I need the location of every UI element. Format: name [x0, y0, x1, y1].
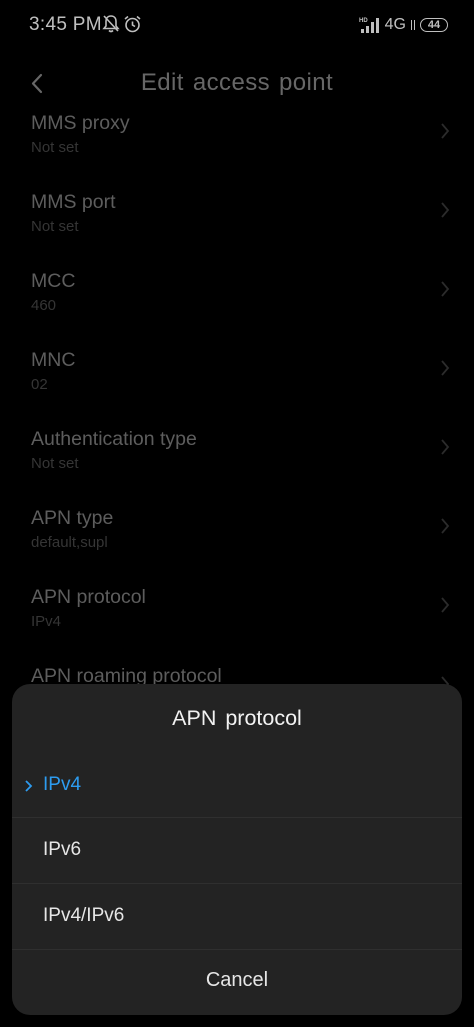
apn-protocol-dialog: APN protocol IPv4 IPv6 IPv4/IPv6 Cancel	[12, 684, 462, 1015]
option-ipv4-ipv6[interactable]: IPv4/IPv6	[12, 884, 462, 949]
option-label: IPv6	[43, 839, 82, 860]
cancel-button[interactable]: Cancel	[12, 949, 462, 1015]
cancel-label: Cancel	[205, 969, 269, 991]
selected-chevron-icon	[25, 780, 33, 792]
screen: 3:45 PM HD 4G 44 Edit access point MMS p…	[0, 0, 474, 1027]
option-ipv4[interactable]: IPv4	[12, 753, 462, 818]
option-label: IPv4/IPv6	[43, 905, 125, 926]
option-label: IPv4	[43, 774, 82, 795]
dialog-title: APN protocol	[172, 706, 302, 730]
option-ipv6[interactable]: IPv6	[12, 818, 462, 883]
